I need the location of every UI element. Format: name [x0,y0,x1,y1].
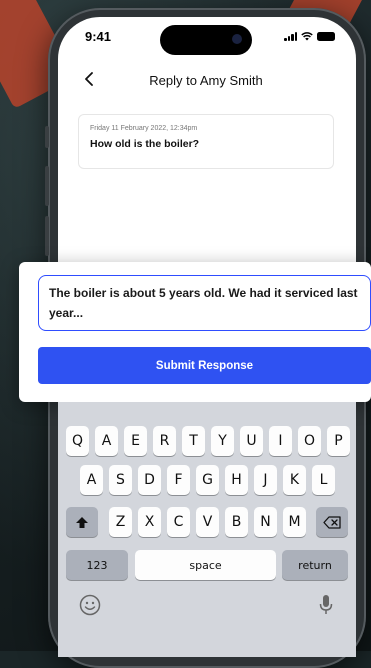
microphone-icon [319,595,333,614]
key[interactable]: F [167,465,190,495]
key[interactable]: H [225,465,248,495]
space-key[interactable]: space [135,550,276,580]
key[interactable]: S [109,465,132,495]
volume-up-button [45,166,49,206]
message-question: How old is the boiler? [90,138,200,150]
microphone-button[interactable] [316,593,336,617]
key[interactable]: C [167,507,190,537]
backspace-icon [323,515,341,529]
key[interactable]: M [283,507,306,537]
status-time: 9:41 [85,29,112,44]
key[interactable]: B [225,507,248,537]
key[interactable]: J [254,465,277,495]
key[interactable]: U [240,426,263,456]
key[interactable]: T [182,426,205,456]
key[interactable]: D [138,465,161,495]
key[interactable]: L [312,465,335,495]
key[interactable]: A [80,465,103,495]
key[interactable]: Z [109,507,132,537]
key[interactable]: O [298,426,321,456]
back-button[interactable] [78,68,100,90]
dynamic-island [160,25,252,55]
mute-switch [45,126,49,148]
key[interactable]: X [138,507,161,537]
status-icons [284,32,335,41]
chevron-left-icon [85,72,93,86]
submit-response-button[interactable]: Submit Response [38,347,371,384]
key[interactable]: I [269,426,292,456]
camera-icon [232,34,242,44]
wifi-icon [301,32,313,41]
message-date: Friday 11 February 2022, 12:34pm [90,125,198,132]
battery-icon [317,32,335,41]
key[interactable]: E [124,426,147,456]
shift-icon [76,516,88,528]
numbers-key[interactable]: 123 [66,550,128,580]
volume-down-button [45,216,49,256]
keyboard: Q A E R T Y U I O P A S D F G H J K L Z … [58,402,356,657]
key[interactable]: P [327,426,350,456]
key[interactable]: N [254,507,277,537]
emoji-icon [79,594,101,616]
key[interactable]: Y [211,426,234,456]
delete-key[interactable] [316,507,348,537]
emoji-button[interactable] [78,593,102,617]
key[interactable]: V [196,507,219,537]
return-key[interactable]: return [282,550,348,580]
shift-key[interactable] [66,507,98,537]
key[interactable]: K [283,465,306,495]
reply-input[interactable]: The boiler is about 5 years old. We had … [38,275,371,331]
signal-icon [284,32,297,41]
page-title: Reply to Amy Smith [149,73,263,88]
message-card: Friday 11 February 2022, 12:34pm How old… [78,114,334,169]
key[interactable]: R [153,426,176,456]
key[interactable]: G [196,465,219,495]
key[interactable]: A [95,426,118,456]
key[interactable]: Q [66,426,89,456]
